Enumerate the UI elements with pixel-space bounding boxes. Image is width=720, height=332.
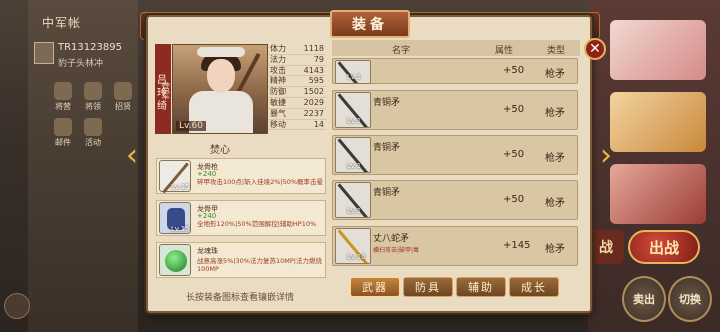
list-header	[332, 40, 580, 56]
tab-growth[interactable]: 成长	[509, 277, 559, 297]
col-attr-header: 属性	[495, 46, 514, 56]
stat-spirit: 精神 595	[268, 76, 326, 88]
battle-button[interactable]: 出战	[628, 230, 700, 264]
stat-move: 移动 14	[268, 119, 326, 131]
panel-title: 装备	[330, 10, 410, 38]
stat-rage: 暴气 2237	[268, 108, 326, 120]
tab-accessory[interactable]: 辅助	[456, 277, 506, 297]
hint-text: 长按装备图标查看镶嵌详情	[186, 293, 295, 303]
battle-side-button[interactable]: 战	[588, 230, 624, 264]
jade-orb-icon	[159, 244, 191, 276]
switch-button[interactable]: 切换	[668, 276, 712, 322]
close-button[interactable]: ✕	[584, 38, 606, 60]
list-item[interactable]: Lv.1 +50 枪矛	[332, 58, 578, 84]
next-hero-arrow-icon[interactable]: ›	[598, 138, 614, 174]
player-subtitle: 豹子头林冲	[58, 59, 104, 69]
sell-button[interactable]: 卖出	[622, 276, 666, 322]
generals-icon[interactable]: 将领	[80, 82, 106, 112]
nav-back-icon[interactable]	[4, 293, 30, 319]
stat-hp: 体力 1118	[268, 44, 326, 55]
list-item[interactable]: Lv.10 丈八蛇矛 横扫攻击|破甲|毒 +145 枪矛	[332, 226, 578, 266]
player-avatar[interactable]	[34, 42, 54, 64]
hero-stats: 体力 1118 法力 79 攻击 4143 精神 595 防御 1502 敏捷 2029 暴…	[268, 44, 326, 131]
tab-armor[interactable]: 防具	[403, 277, 453, 297]
recruit-icon[interactable]: 招贤	[110, 82, 136, 112]
list-item[interactable]: Lv.1 青铜矛 +50 枪矛	[332, 180, 578, 220]
stat-mp: 法力 79	[268, 54, 326, 66]
stat-agility: 敏捷 2029	[268, 97, 326, 109]
equipped-accessory-slot[interactable]: 龙魂珠 战意高涨5%|30%法力复苏10MP|法力燃烧100MP	[156, 242, 326, 278]
equipped-weapon-slot[interactable]: Lv.15 龙骨枪 +240 碎甲攻击100点|斩入佳境2%|50%概率击晕	[156, 158, 326, 194]
player-id: TR13123895	[58, 42, 122, 53]
tab-weapon[interactable]: 武器	[350, 277, 400, 297]
section-label: 焚心	[210, 145, 230, 156]
hero-level: Lv.60	[176, 121, 206, 131]
prev-hero-arrow-icon[interactable]: ‹	[124, 138, 140, 174]
stat-defense: 防御 1502	[268, 87, 326, 98]
category-tabs: 武器 防具 辅助 成长	[350, 277, 559, 297]
scene-title: 中军帐	[42, 16, 82, 30]
hero-name: 吕玲绮	[157, 75, 167, 112]
list-item[interactable]: Lv.1 青铜矛 +50 枪矛	[332, 135, 578, 175]
event-wheel-tile[interactable]	[610, 164, 706, 224]
stat-attack: 攻击 4143	[268, 65, 326, 77]
mail-icon[interactable]: 邮件	[50, 118, 76, 148]
gift-box-tile[interactable]	[610, 20, 706, 80]
general-camp-icon[interactable]: 将营	[50, 82, 76, 112]
equipped-armor-slot[interactable]: Lv.15 龙骨甲 +240 全地形120%|50%范围解控|辅助HP10%	[156, 200, 326, 236]
col-type-header: 类型	[547, 46, 566, 56]
list-item[interactable]: Lv.1 青铜矛 +50 枪矛	[332, 90, 578, 130]
col-name-header: 名字	[392, 46, 411, 56]
gold-chest-tile[interactable]	[610, 92, 706, 152]
event-icon[interactable]: 活动	[80, 118, 106, 148]
